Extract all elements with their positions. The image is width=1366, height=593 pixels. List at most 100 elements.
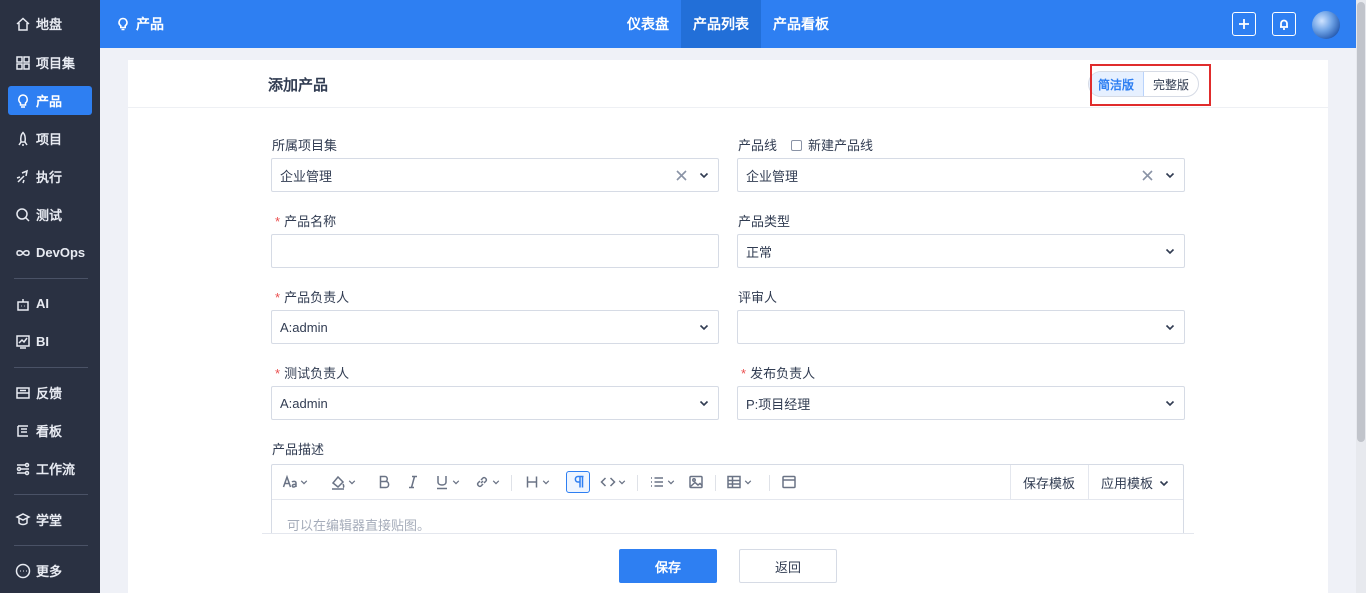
sidebar-item-label: AI bbox=[36, 296, 49, 311]
sidebar-item-product[interactable]: 产品 bbox=[8, 86, 92, 115]
toolbar-divider bbox=[715, 475, 716, 491]
chevron-down-icon bbox=[667, 480, 675, 485]
editor-toolbar: 保存模板 应用模板 bbox=[272, 465, 1183, 500]
tab-product-kanban[interactable]: 产品看板 bbox=[761, 0, 841, 48]
sidebar-item-label: 执行 bbox=[36, 170, 63, 185]
required-mark: * bbox=[741, 366, 747, 381]
link-button[interactable] bbox=[474, 471, 500, 493]
program-select[interactable]: 企业管理 bbox=[271, 158, 719, 192]
italic-icon bbox=[409, 475, 417, 489]
editor-placeholder: 可以在编辑器直接贴图。 bbox=[287, 518, 431, 533]
chevron-down-icon bbox=[698, 169, 710, 181]
chevron-down-icon bbox=[618, 480, 626, 485]
product-line-select[interactable]: 企业管理 bbox=[737, 158, 1185, 192]
add-button[interactable] bbox=[1232, 12, 1256, 36]
apply-template-label: 应用模板 bbox=[1101, 476, 1154, 491]
product-owner-select[interactable]: A:admin bbox=[271, 310, 719, 344]
clear-icon[interactable] bbox=[1140, 168, 1154, 182]
code-button[interactable] bbox=[600, 471, 626, 493]
sidebar-item-execution[interactable]: 执行 bbox=[8, 162, 92, 191]
sidebar-item-label: 项目 bbox=[36, 132, 63, 147]
code-icon bbox=[600, 477, 616, 487]
new-product-line-checkbox[interactable] bbox=[791, 140, 803, 151]
product-name-input[interactable] bbox=[271, 234, 719, 268]
product-owner-value: A:admin bbox=[280, 319, 328, 335]
sidebar-divider bbox=[14, 278, 88, 279]
lightbulb-icon bbox=[118, 17, 128, 31]
plus-icon bbox=[1239, 19, 1249, 29]
sidebar-item-label: 学堂 bbox=[36, 513, 63, 528]
chevron-down-icon bbox=[1159, 480, 1169, 486]
sidebar-item-devops[interactable]: DevOps bbox=[8, 238, 92, 267]
sidebar-item-workflow[interactable]: 工作流 bbox=[8, 454, 92, 483]
font-size-icon bbox=[282, 474, 297, 488]
test-search-icon bbox=[14, 206, 32, 224]
sidebar-item-bi[interactable]: BI bbox=[8, 327, 92, 356]
sidebar-item-label: 测试 bbox=[36, 208, 63, 223]
sidebar-item-label: 产品 bbox=[36, 94, 63, 109]
reviewer-label: 评审人 bbox=[738, 290, 778, 305]
product-type-select[interactable]: 正常 bbox=[737, 234, 1185, 268]
apply-template-button[interactable]: 应用模板 bbox=[1088, 465, 1181, 500]
chart-icon bbox=[14, 333, 32, 351]
sidebar-item-programs[interactable]: 项目集 bbox=[8, 48, 92, 77]
program-value: 企业管理 bbox=[280, 168, 333, 184]
chevron-down-icon bbox=[1164, 169, 1176, 181]
sidebar-item-label: 更多 bbox=[36, 564, 63, 579]
back-button[interactable]: 返回 bbox=[739, 549, 837, 583]
chevron-down-icon bbox=[1164, 245, 1176, 257]
qa-owner-label-text: 测试负责人 bbox=[284, 366, 350, 381]
paint-bucket-icon bbox=[331, 475, 345, 490]
reviewer-select[interactable] bbox=[737, 310, 1185, 344]
heading-button[interactable] bbox=[524, 471, 550, 493]
tab-dashboard[interactable]: 仪表盘 bbox=[616, 0, 680, 48]
chevron-down-icon bbox=[300, 480, 308, 485]
notification-button[interactable] bbox=[1272, 12, 1296, 36]
image-button[interactable] bbox=[688, 471, 704, 493]
rocket-icon bbox=[14, 130, 32, 148]
product-line-label: 产品线 新建产品线 bbox=[738, 135, 873, 154]
sidebar-item-project[interactable]: 项目 bbox=[8, 124, 92, 153]
sidebar-item-school[interactable]: 学堂 bbox=[8, 505, 92, 534]
sidebar-item-feedback[interactable]: 反馈 bbox=[8, 378, 92, 407]
clear-icon[interactable] bbox=[674, 168, 688, 182]
sidebar-item-more[interactable]: 更多 bbox=[8, 556, 92, 585]
layout-button[interactable] bbox=[781, 471, 797, 493]
qa-owner-select[interactable]: A:admin bbox=[271, 386, 719, 420]
kanban-icon bbox=[14, 422, 32, 440]
page-title: 添加产品 bbox=[268, 77, 329, 94]
run-icon bbox=[14, 168, 32, 186]
bold-button[interactable] bbox=[376, 471, 392, 493]
release-owner-label-text: 发布负责人 bbox=[750, 366, 816, 381]
chevron-down-icon bbox=[698, 321, 710, 333]
save-template-button[interactable]: 保存模板 bbox=[1010, 465, 1087, 500]
sidebar-item-ai[interactable]: AI bbox=[8, 289, 92, 318]
release-owner-select[interactable]: P:项目经理 bbox=[737, 386, 1185, 420]
highlight-color-button[interactable] bbox=[330, 471, 356, 493]
rich-text-editor[interactable]: 保存模板 应用模板 可以在编辑器直接贴图。 bbox=[271, 464, 1184, 544]
paragraph-button[interactable] bbox=[566, 471, 590, 493]
avatar[interactable] bbox=[1312, 11, 1340, 39]
product-owner-label: * 产品负责人 bbox=[275, 287, 349, 306]
sidebar-item-dashboard[interactable]: 地盘 bbox=[8, 9, 92, 38]
font-size-button[interactable] bbox=[282, 471, 308, 493]
tab-product-list[interactable]: 产品列表 bbox=[681, 0, 761, 48]
toolbar-divider bbox=[637, 475, 638, 491]
table-button[interactable] bbox=[726, 471, 752, 493]
new-product-line-label[interactable]: 新建产品线 bbox=[808, 138, 873, 153]
image-icon bbox=[689, 475, 703, 489]
product-type-value: 正常 bbox=[746, 244, 773, 260]
product-name-label-text: 产品名称 bbox=[284, 214, 337, 229]
required-mark: * bbox=[275, 214, 281, 229]
sidebar-item-test[interactable]: 测试 bbox=[8, 200, 92, 229]
list-button[interactable] bbox=[649, 471, 675, 493]
italic-button[interactable] bbox=[405, 471, 421, 493]
full-mode-button[interactable]: 完整版 bbox=[1144, 72, 1198, 96]
save-button[interactable]: 保存 bbox=[619, 549, 717, 583]
sidebar-item-label: DevOps bbox=[36, 245, 86, 260]
underline-button[interactable] bbox=[434, 471, 460, 493]
sidebar-item-kanban[interactable]: 看板 bbox=[8, 416, 92, 445]
scrollbar-thumb[interactable] bbox=[1357, 2, 1365, 442]
more-icon bbox=[14, 562, 32, 580]
simple-mode-button[interactable]: 简洁版 bbox=[1089, 72, 1145, 96]
